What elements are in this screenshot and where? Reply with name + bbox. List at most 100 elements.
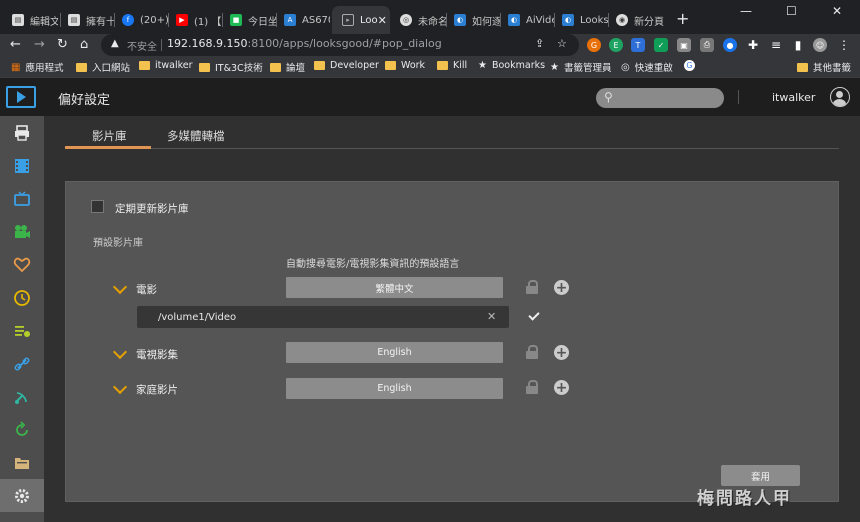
globe-icon: ◎: [400, 14, 412, 26]
sidebar-item-tv[interactable]: [0, 182, 44, 215]
tab-media-conversion[interactable]: 多媒體轉檔: [167, 128, 225, 144]
close-tab-icon[interactable]: ✕: [378, 14, 387, 27]
browser-tab-active[interactable]: ▸ Loo ✕: [332, 6, 390, 34]
puzzle-extensions-icon[interactable]: ✚: [746, 38, 760, 52]
sidebar-item-links[interactable]: [0, 347, 44, 380]
browser-tab[interactable]: ◐AiVide: [498, 6, 554, 34]
browser-tab[interactable]: AAS670: [274, 6, 330, 34]
profile-avatar[interactable]: ☺: [813, 38, 827, 52]
sidebar-item-home-videos[interactable]: [0, 215, 44, 248]
folder-icon: [437, 61, 448, 70]
confirm-check-icon[interactable]: [528, 309, 540, 321]
evernote-icon[interactable]: E: [609, 38, 623, 52]
shield-icon[interactable]: ✓: [654, 38, 668, 52]
side-panel-icon[interactable]: ▮: [791, 38, 805, 52]
bookmark-folder[interactable]: Kill: [437, 60, 467, 71]
sidebar-item-files[interactable]: [0, 446, 44, 479]
sidebar-item-settings[interactable]: [0, 479, 44, 512]
chevron-down-icon[interactable]: [112, 279, 128, 295]
facebook-icon: f: [122, 14, 134, 26]
browser-tab[interactable]: f(20+) I: [112, 6, 168, 34]
auto-update-label: 定期更新影片庫: [115, 203, 189, 215]
tab-video-library[interactable]: 影片庫: [92, 128, 127, 144]
bookmark-folder[interactable]: itwalker: [139, 60, 193, 71]
bookmark-link[interactable]: ★ 書籤管理員: [550, 60, 611, 75]
looksgood-icon: ▸: [342, 14, 354, 26]
sidebar-item-sync[interactable]: [0, 413, 44, 446]
search-icon: ⚲: [604, 90, 613, 104]
address-bar[interactable]: ▲ 不安全 192.168.9.150:8100/apps/looksgood/…: [101, 34, 579, 56]
sidebar-item-playlists[interactable]: [0, 314, 44, 347]
library-settings-panel: 定期更新影片庫 預設影片庫 自動搜尋電影/電視影集資訊的預設語言 電影 繁體中文…: [65, 181, 839, 502]
search-input[interactable]: ⚲: [596, 88, 724, 108]
tv-icon: [14, 190, 30, 206]
add-folder-button[interactable]: +: [554, 345, 569, 360]
bookmark-link[interactable]: ★ Bookmarks: [478, 60, 545, 71]
language-heading: 自動搜尋電影/電視影集資訊的預設語言: [286, 259, 460, 270]
forward-arrow-icon[interactable]: →: [34, 37, 45, 52]
url-text[interactable]: 192.168.9.150:8100/apps/looksgood/#pop_d…: [167, 37, 442, 50]
screenshot-icon[interactable]: ▣: [677, 38, 691, 52]
movies-language-select[interactable]: 繁體中文: [286, 277, 503, 298]
home-icon[interactable]: ⌂: [80, 37, 88, 52]
browser-tab[interactable]: ◎ 未命名: [390, 6, 446, 34]
browser-tab[interactable]: ▶(1) 【F: [166, 6, 222, 34]
browser-tab[interactable]: ■ 今日坐: [220, 6, 276, 34]
chevron-down-icon[interactable]: [112, 379, 128, 395]
media-queue-icon[interactable]: ≡: [769, 38, 783, 52]
back-arrow-icon[interactable]: ←: [10, 37, 21, 52]
maximize-button[interactable]: ☐: [786, 4, 797, 18]
lock-icon[interactable]: [526, 380, 538, 394]
extension-icon[interactable]: G: [587, 38, 601, 52]
add-folder-button[interactable]: +: [554, 280, 569, 295]
tv-language-select[interactable]: English: [286, 342, 503, 363]
bookmark-other-folder[interactable]: 其他書籤: [797, 60, 851, 74]
user-avatar-icon[interactable]: [830, 87, 850, 107]
translate-icon[interactable]: T: [631, 38, 645, 52]
bookmark-folder[interactable]: 論壇: [270, 60, 305, 74]
browser-tab[interactable]: ▤ 編輯文: [2, 6, 58, 34]
window-close-button[interactable]: ✕: [832, 4, 842, 18]
security-label[interactable]: 不安全: [127, 38, 157, 53]
clear-path-icon[interactable]: ✕: [487, 310, 496, 323]
username-label[interactable]: itwalker: [772, 91, 815, 104]
color-ext-icon[interactable]: ●: [723, 38, 737, 52]
sidebar-item-favorites[interactable]: [0, 248, 44, 281]
minimize-button[interactable]: —: [740, 4, 752, 18]
bookmark-folder[interactable]: Work: [385, 60, 425, 71]
bookmark-apps[interactable]: ▦ 應用程式: [11, 60, 63, 75]
sidebar-item-recent[interactable]: [0, 281, 44, 314]
lock-icon[interactable]: [526, 280, 538, 294]
google-bookmark[interactable]: G: [684, 60, 700, 71]
sidebar-item-print[interactable]: [0, 116, 44, 149]
add-folder-button[interactable]: +: [554, 380, 569, 395]
printer-icon: [15, 124, 29, 141]
looksgood-logo-icon[interactable]: [6, 86, 36, 108]
sidebar-item-tv-tuner[interactable]: [0, 380, 44, 413]
bookmark-star-icon[interactable]: ☆: [557, 37, 567, 50]
bookmark-folder[interactable]: IT&3C技術: [199, 60, 263, 74]
apply-button[interactable]: 套用: [721, 465, 800, 486]
bookmark-folder[interactable]: Developer: [314, 60, 379, 71]
bookmark-link[interactable]: ◎ 快速重啟: [621, 60, 673, 75]
folder-icon: [15, 457, 29, 469]
browser-tab[interactable]: ◐ 如何逐: [444, 6, 500, 34]
reload-icon[interactable]: ↻: [57, 37, 68, 52]
lock-icon[interactable]: [526, 345, 538, 359]
printer-ext-icon[interactable]: ⎙: [700, 38, 714, 52]
movie-path-field[interactable]: ✕: [137, 306, 509, 328]
bookmark-folder[interactable]: 入口網站: [76, 60, 130, 74]
browser-tab[interactable]: ◉ 新分頁: [606, 6, 666, 34]
auto-update-checkbox[interactable]: [91, 200, 104, 213]
folder-icon: [797, 62, 808, 72]
share-icon[interactable]: ⇪: [535, 37, 544, 50]
chevron-down-icon[interactable]: [112, 344, 128, 360]
home-video-language-select[interactable]: English: [286, 378, 503, 399]
browser-tab[interactable]: ▤ 擁有十: [58, 6, 114, 34]
menu-kebab-icon[interactable]: ⋮: [837, 38, 851, 52]
new-tab-button[interactable]: +: [676, 9, 689, 28]
movie-path-input[interactable]: [137, 306, 477, 328]
sidebar-item-movies[interactable]: [0, 149, 44, 182]
browser-tab[interactable]: ◐ Looks: [552, 6, 608, 34]
folder-icon: [139, 61, 150, 70]
